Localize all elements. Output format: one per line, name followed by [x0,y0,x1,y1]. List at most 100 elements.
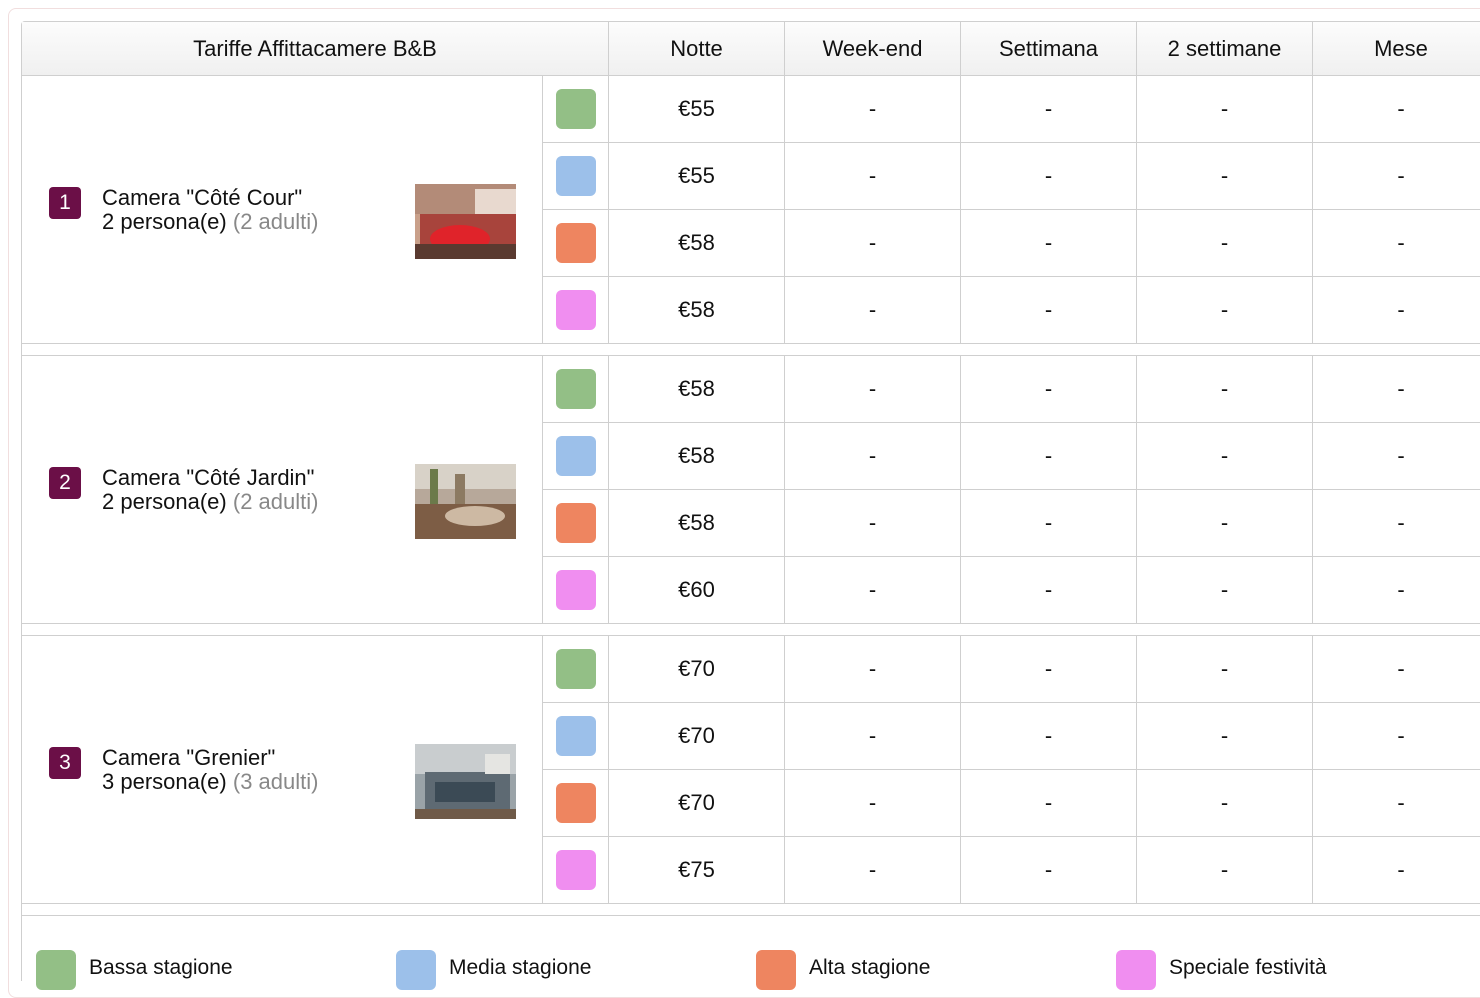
rate-cell-2-settimane: - [1137,837,1313,903]
rate-cell-2-settimane: - [1137,636,1313,702]
rate-cell-settimana: - [961,423,1137,489]
rate-cell-weekend: - [785,770,961,836]
rate-cell-settimana: - [961,636,1137,702]
rate-cell-mese: - [1397,163,1405,188]
rate-cell-2-settimane: - [1137,143,1313,209]
header-col-settimana: Settimana [961,22,1137,75]
group-divider [22,623,1480,636]
rate-cell-notte: €55 [609,76,785,142]
rate-cell-weekend: - [785,277,961,343]
header-title: Tariffe Affittacamere B&B [22,22,609,75]
rate-cell-mese: - [1397,96,1405,121]
rate-cell-2-settimane: - [1137,557,1313,623]
group-divider [22,903,1480,916]
rate-cell-weekend: - [785,636,961,702]
rate-cell-notte: €70 [609,770,785,836]
rate-cell-mese: - [1397,376,1405,401]
rate-cell-weekend: - [785,703,961,769]
rate-row: €58- - - - [22,423,1480,490]
rate-cell-mese: - [1397,857,1405,882]
rate-row: €58- - - - [22,210,1480,277]
rate-cell-2-settimane: - [1137,770,1313,836]
rate-cell-notte: €70 [609,636,785,702]
rate-cell-2-settimane: - [1137,423,1313,489]
season-swatch [556,223,596,263]
rate-cell-settimana: - [961,770,1137,836]
rate-cell-weekend: - [785,143,961,209]
header-col-weekend: Week-end [785,22,961,75]
season-swatch [556,716,596,756]
season-legend: Bassa stagione Media stagione Alta stagi… [22,926,1480,990]
rate-cell-2-settimane: - [1137,356,1313,422]
rates-table: Tariffe Affittacamere B&B Notte Week-end… [21,21,1480,990]
rate-cell-settimana: - [961,210,1137,276]
room-group: 1 Camera "Côté Cour" 2 persona(e) (2 adult… [22,76,1480,356]
rate-cell-notte: €58 [609,490,785,556]
rate-cell-settimana: - [961,277,1137,343]
rate-cell-2-settimane: - [1137,210,1313,276]
rate-cell-weekend: - [785,557,961,623]
room-group: 2 Camera "Côté Jardin" 2 persona(e) (2 adu… [22,356,1480,636]
table-header: Tariffe Affittacamere B&B Notte Week-end… [22,22,1480,76]
season-swatch [556,89,596,129]
rate-cell-mese: - [1397,790,1405,815]
rate-cell-settimana: - [961,703,1137,769]
header-col-notte: Notte [609,22,785,75]
legend-swatch-alta [756,950,796,990]
rate-cell-2-settimane: - [1137,76,1313,142]
rate-cell-notte: €58 [609,423,785,489]
rate-cell-weekend: - [785,210,961,276]
rate-cell-weekend: - [785,423,961,489]
rate-cell-mese: - [1397,723,1405,748]
rate-cell-notte: €75 [609,837,785,903]
legend-swatch-speciale [1116,950,1156,990]
rate-cell-settimana: - [961,76,1137,142]
rate-cell-2-settimane: - [1137,277,1313,343]
season-swatch [556,649,596,689]
rate-cell-mese: - [1397,443,1405,468]
legend-label-bassa: Bassa stagione [89,956,233,979]
rate-cell-weekend: - [785,76,961,142]
legend-label-media: Media stagione [449,956,592,979]
rate-cell-mese: - [1397,656,1405,681]
rate-cell-notte: €70 [609,703,785,769]
season-swatch [556,290,596,330]
rate-cell-settimana: - [961,143,1137,209]
season-swatch [556,156,596,196]
rate-cell-2-settimane: - [1137,703,1313,769]
header-col-mese: Mese [1374,36,1428,61]
legend-swatch-media [396,950,436,990]
rate-row: €58- - - - [22,356,1480,423]
rate-cell-settimana: - [961,837,1137,903]
rate-cell-notte: €55 [609,143,785,209]
rate-row: €55- - - - [22,76,1480,143]
legend-label-speciale: Speciale festività [1169,956,1327,979]
rate-cell-notte: €58 [609,210,785,276]
rate-cell-notte: €58 [609,356,785,422]
header-col-2-settimane: 2 settimane [1137,22,1313,75]
legend-label-alta: Alta stagione [809,956,931,979]
rate-cell-notte: €60 [609,557,785,623]
rate-cell-mese: - [1397,230,1405,255]
season-swatch [556,436,596,476]
rate-row: €58- - - - [22,277,1480,344]
rate-cell-settimana: - [961,557,1137,623]
rate-cell-weekend: - [785,837,961,903]
legend-swatch-bassa [36,950,76,990]
rate-row: €70- - - - [22,703,1480,770]
rate-cell-weekend: - [785,490,961,556]
rate-row: €60- - - - [22,557,1480,624]
rate-row: €70- - - - [22,770,1480,837]
rate-row: €55- - - - [22,143,1480,210]
room-group: 3 Camera "Grenier" 3 persona(e) (3 adulti)… [22,636,1480,916]
season-swatch [556,570,596,610]
season-swatch [556,503,596,543]
rate-cell-weekend: - [785,356,961,422]
rate-row: €58- - - - [22,490,1480,557]
season-swatch [556,850,596,890]
rate-cell-notte: €58 [609,277,785,343]
rate-row: €70- - - - [22,636,1480,703]
rate-cell-settimana: - [961,490,1137,556]
rate-cell-mese: - [1397,297,1405,322]
rate-cell-settimana: - [961,356,1137,422]
